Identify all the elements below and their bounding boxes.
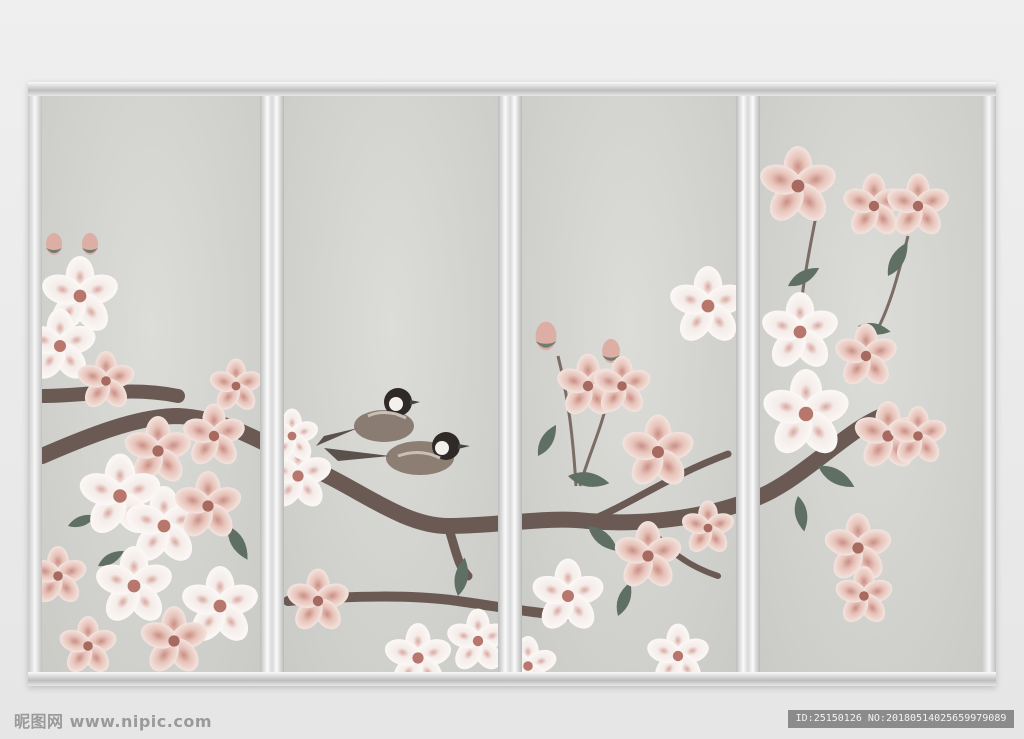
bird-upper bbox=[316, 388, 420, 446]
window-frame bbox=[28, 82, 996, 686]
frame-mullion-2 bbox=[498, 96, 522, 672]
image-id-badge: ID:25150126 NO:20180514025659979089 bbox=[788, 710, 1014, 728]
frame-bottom-rail bbox=[28, 672, 996, 686]
frame-top-rail bbox=[28, 82, 996, 96]
frame-mullion-1 bbox=[260, 96, 284, 672]
site-watermark: 昵图网 www.nipic.com bbox=[14, 712, 212, 731]
frame-mullion-3 bbox=[736, 96, 760, 672]
